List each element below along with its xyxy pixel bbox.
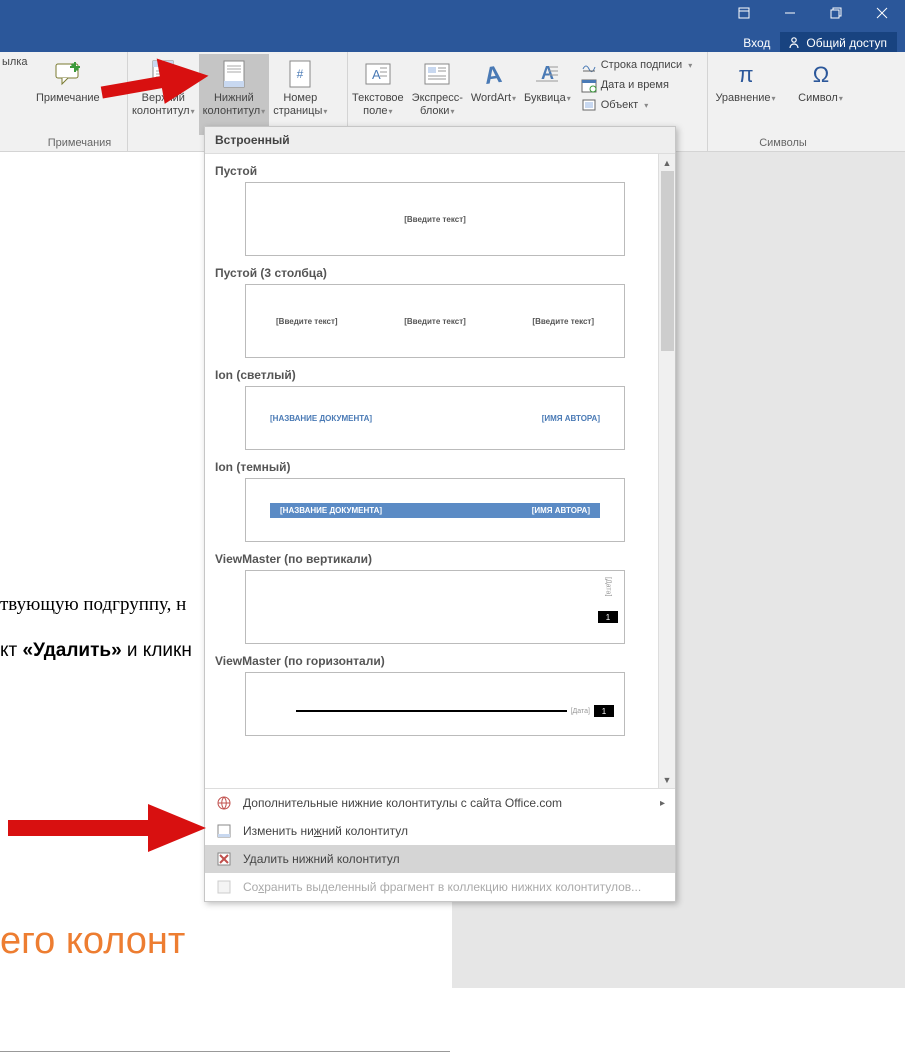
gallery-item-label: Пустой xyxy=(215,164,651,178)
comment-label: Примечание xyxy=(36,92,100,105)
gallery-item-preview: [Введите текст] xyxy=(245,182,625,256)
symbol-icon: Ω xyxy=(805,58,837,90)
symbol-label: Символ xyxy=(798,92,843,105)
gallery-item-label: Ion (темный) xyxy=(215,460,651,474)
minimize-icon[interactable] xyxy=(767,0,813,26)
scroll-down-icon[interactable]: ▼ xyxy=(659,771,675,788)
window-titlebar: Вход Общий доступ xyxy=(0,0,905,52)
gallery-item-preview: [Дата] 1 xyxy=(245,672,625,736)
more-footers-office-item[interactable]: Дополнительные нижние колонтитулы с сайт… xyxy=(205,789,675,817)
equation-icon: π xyxy=(730,58,762,90)
scroll-thumb[interactable] xyxy=(661,171,674,351)
date-time-button[interactable]: Дата и время xyxy=(579,76,694,94)
signature-line-icon xyxy=(581,57,597,73)
text-box-button[interactable]: A Текстовое поле xyxy=(348,54,408,135)
object-label: Объект xyxy=(601,99,638,111)
scroll-up-icon[interactable]: ▲ xyxy=(659,154,675,171)
drop-cap-button[interactable]: A Буквица xyxy=(520,54,575,135)
comments-group-label: Примечания xyxy=(32,135,127,151)
close-icon[interactable] xyxy=(859,0,905,26)
drop-cap-label: Буквица xyxy=(524,92,571,105)
svg-text:A: A xyxy=(372,67,381,82)
object-icon xyxy=(581,97,597,113)
gallery-item-preview: [НАЗВАНИЕ ДОКУМЕНТА] [ИМЯ АВТОРА] xyxy=(245,386,625,450)
doc-text-line: кт «Удалить» и кликн xyxy=(0,640,192,662)
menu-item-label: Изменить нижний колонтитул xyxy=(243,824,408,838)
symbol-button[interactable]: Ω Символ xyxy=(783,54,858,135)
text-box-label: Текстовое поле xyxy=(352,92,404,118)
text-box-icon: A xyxy=(362,58,394,90)
gallery-item[interactable]: Пустой (3 столбца) [Введите текст] [Введ… xyxy=(215,266,651,358)
gallery-item-label: Пустой (3 столбца) xyxy=(215,266,651,280)
gallery-item-label: Ion (светлый) xyxy=(215,368,651,382)
date-time-icon xyxy=(581,77,597,93)
page-number-label: Номер страницы xyxy=(273,92,327,118)
share-button[interactable]: Общий доступ xyxy=(780,32,897,54)
save-selection-item: Сохранить выделенный фрагмент в коллекци… xyxy=(205,873,675,901)
ribbon-display-options-icon[interactable] xyxy=(721,0,767,26)
quick-parts-button[interactable]: Экспресс- блоки xyxy=(408,54,467,135)
svg-text:A: A xyxy=(541,63,554,83)
page-number-icon: # xyxy=(284,58,316,90)
date-time-label: Дата и время xyxy=(601,79,669,91)
svg-text:A: A xyxy=(483,61,504,87)
gallery-item[interactable]: Пустой [Введите текст] xyxy=(215,164,651,256)
menu-item-label: Сохранить выделенный фрагмент в коллекци… xyxy=(243,880,641,894)
office-online-icon xyxy=(215,794,233,812)
gallery-item-preview: [Введите текст] [Введите текст] [Введите… xyxy=(245,284,625,358)
wordart-label: WordArt xyxy=(471,92,516,105)
menu-item-label: Дополнительные нижние колонтитулы с сайт… xyxy=(243,796,562,810)
footer-icon xyxy=(218,58,250,90)
doc-page-break xyxy=(0,1038,450,1052)
symbols-group-label: Символы xyxy=(708,135,858,151)
drop-cap-icon: A xyxy=(531,58,563,90)
remove-footer-icon xyxy=(215,850,233,868)
equation-label: Уравнение xyxy=(715,92,775,105)
comment-icon xyxy=(52,58,84,90)
signature-line-button[interactable]: Строка подписи xyxy=(579,56,694,74)
signature-line-label: Строка подписи xyxy=(601,59,682,71)
gallery-item[interactable]: Ion (темный) [НАЗВАНИЕ ДОКУМЕНТА] [ИМЯ А… xyxy=(215,460,651,542)
doc-heading: его колонт xyxy=(0,920,185,963)
hyperlink-truncated[interactable]: ылка xyxy=(0,52,32,151)
wordart-icon: A xyxy=(477,58,509,90)
gallery-scroll-area: Пустой [Введите текст] Пустой (3 столбца… xyxy=(205,154,675,788)
edit-footer-item[interactable]: Изменить нижний колонтитул xyxy=(205,817,675,845)
doc-text-line: твующую подгруппу, н xyxy=(0,594,186,616)
remove-footer-item[interactable]: Удалить нижний колонтитул xyxy=(205,845,675,873)
save-selection-icon xyxy=(215,878,233,896)
object-button[interactable]: Объект xyxy=(579,96,694,114)
comment-button[interactable]: Примечание xyxy=(32,54,104,135)
gallery-item-preview: [НАЗВАНИЕ ДОКУМЕНТА] [ИМЯ АВТОРА] xyxy=(245,478,625,542)
footer-label: Нижний колонтитул xyxy=(203,92,266,118)
annotation-arrow xyxy=(8,798,208,858)
quick-parts-label: Экспресс- блоки xyxy=(412,92,463,118)
gallery-section-header: Встроенный xyxy=(205,127,675,154)
gallery-item[interactable]: ViewMaster (по вертикали) [Дата] 1 xyxy=(215,552,651,644)
sign-in-link[interactable]: Вход xyxy=(743,36,770,50)
gallery-footer: Дополнительные нижние колонтитулы с сайт… xyxy=(205,788,675,901)
gallery-scrollbar[interactable]: ▲ ▼ xyxy=(658,154,675,788)
annotation-arrow xyxy=(100,48,210,108)
restore-icon[interactable] xyxy=(813,0,859,26)
gallery-item-preview: [Дата] 1 xyxy=(245,570,625,644)
equation-button[interactable]: π Уравнение xyxy=(708,54,783,135)
menu-item-label: Удалить нижний колонтитул xyxy=(243,852,400,866)
share-button-label: Общий доступ xyxy=(806,36,887,50)
edit-footer-icon xyxy=(215,822,233,840)
gallery-item[interactable]: ViewMaster (по горизонтали) [Дата] 1 xyxy=(215,654,651,736)
wordart-button[interactable]: A WordArt xyxy=(467,54,520,135)
svg-text:#: # xyxy=(297,67,304,81)
footer-gallery-dropdown: Встроенный Пустой [Введите текст] Пустой… xyxy=(204,126,676,902)
gallery-item[interactable]: Ion (светлый) [НАЗВАНИЕ ДОКУМЕНТА] [ИМЯ … xyxy=(215,368,651,450)
quick-parts-icon xyxy=(421,58,453,90)
svg-text:π: π xyxy=(738,62,753,86)
submenu-arrow-icon: ▸ xyxy=(660,798,665,809)
gallery-item-label: ViewMaster (по горизонтали) xyxy=(215,654,651,668)
svg-text:Ω: Ω xyxy=(812,62,828,86)
page-number-button[interactable]: # Номер страницы xyxy=(269,54,331,135)
gallery-item-label: ViewMaster (по вертикали) xyxy=(215,552,651,566)
